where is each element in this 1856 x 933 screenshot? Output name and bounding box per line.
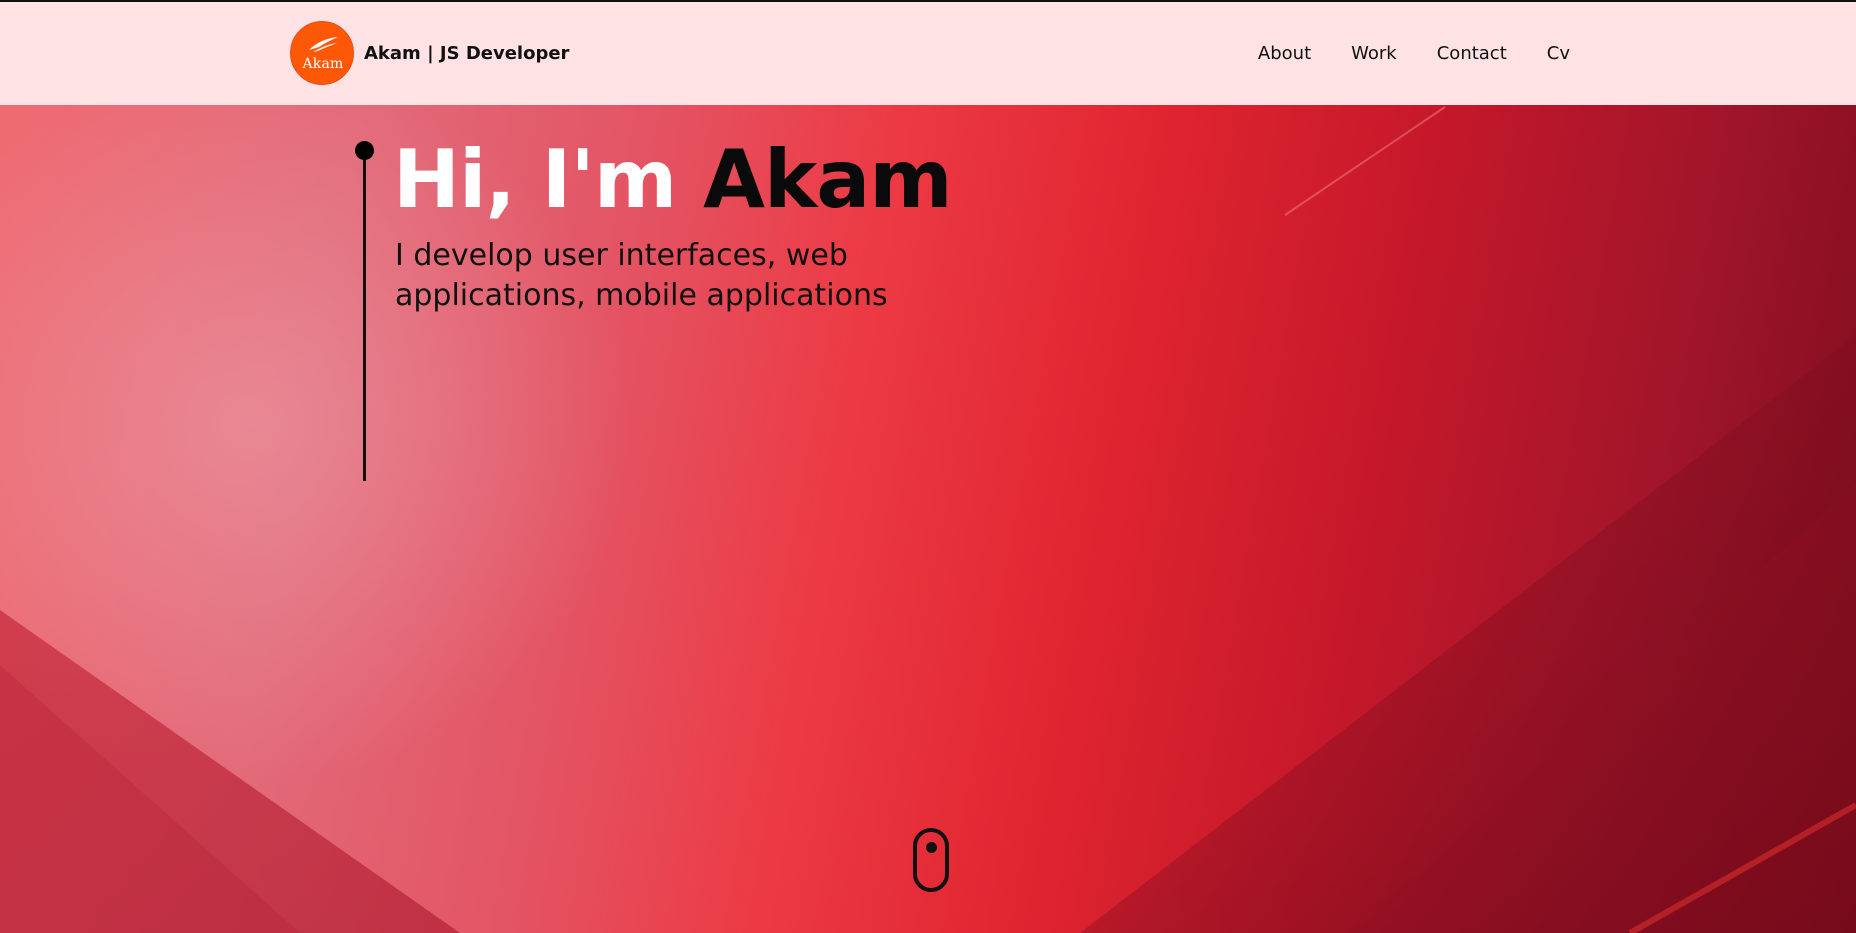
wing-icon: [309, 37, 338, 52]
brand-label: Akam | JS Developer: [364, 42, 570, 64]
nav-about-link[interactable]: About: [1258, 43, 1311, 64]
hero-section: [0, 105, 1856, 933]
main-nav: About Work Contact Cv: [1218, 2, 1570, 105]
timeline-dot: [355, 141, 374, 160]
hero-background-shapes: [0, 106, 1856, 933]
hero-subtitle: I develop user interfaces, web applicati…: [395, 238, 888, 313]
brand[interactable]: Akam Akam | JS Developer: [290, 20, 569, 86]
nav-cv-link[interactable]: Cv: [1547, 43, 1570, 64]
mouse-scroll-icon[interactable]: [913, 828, 949, 892]
logo-text: Akam: [302, 56, 344, 72]
hero-name: Akam: [703, 133, 952, 226]
nav-work-link[interactable]: Work: [1351, 43, 1397, 64]
hero-heading: Hi, I'm Akam: [393, 132, 953, 228]
hero-greeting: Hi, I'm: [393, 133, 677, 226]
page: Akam Akam | JS Developer About Work Cont…: [0, 0, 1856, 933]
navbar: Akam Akam | JS Developer About Work Cont…: [0, 2, 1856, 105]
scroll-wheel: [926, 842, 937, 853]
timeline-line: [363, 151, 366, 481]
top-border: [0, 0, 1856, 2]
nav-contact-link[interactable]: Contact: [1437, 43, 1507, 64]
logo[interactable]: Akam: [290, 21, 354, 85]
